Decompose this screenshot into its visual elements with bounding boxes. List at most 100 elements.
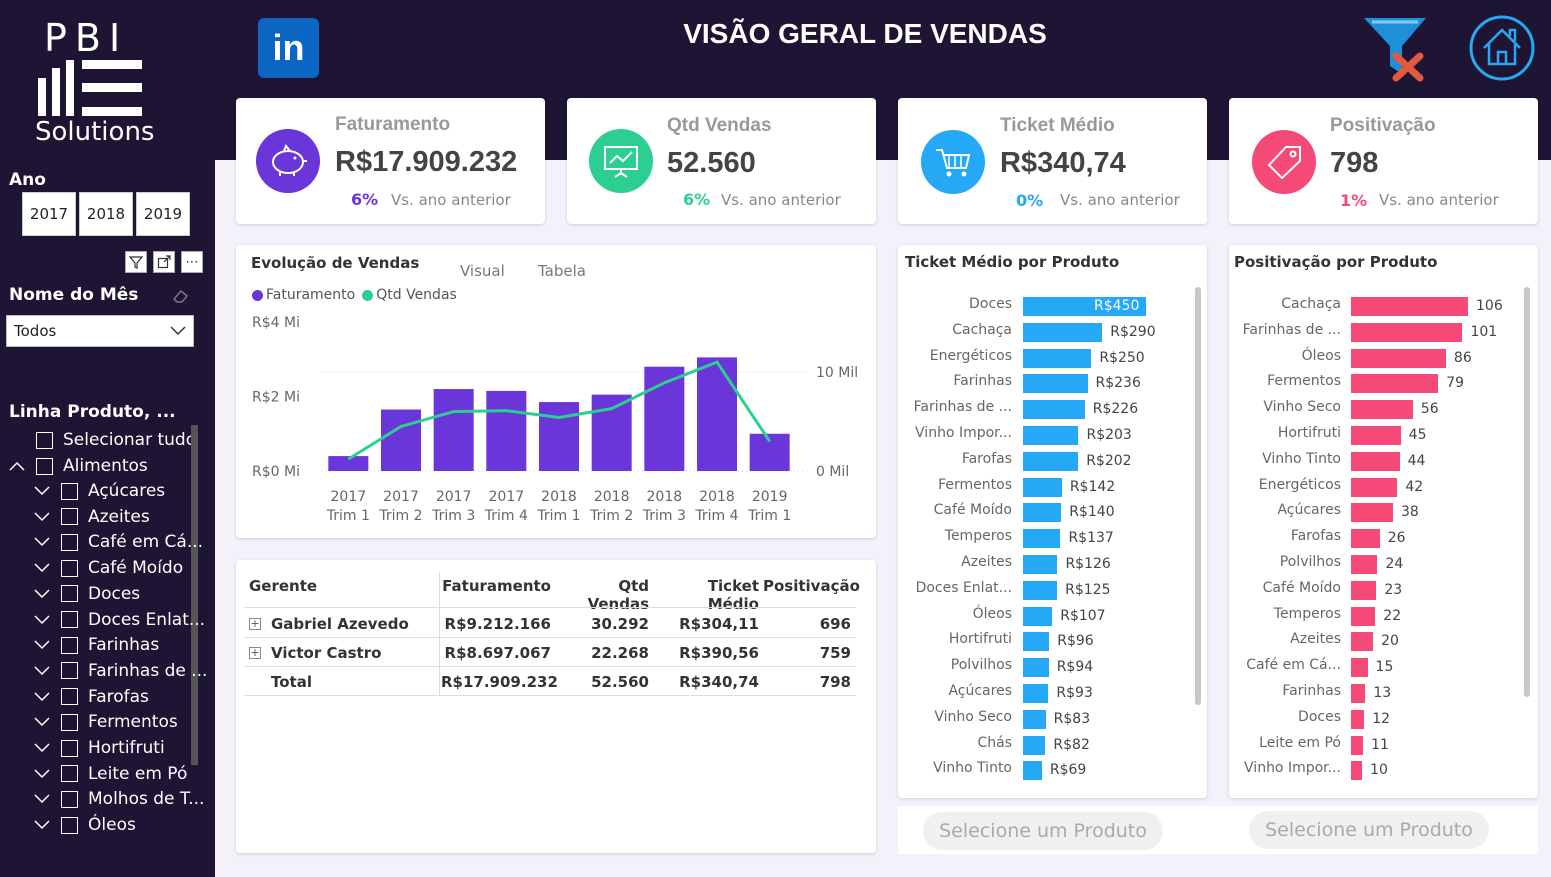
tree-item[interactable]: Café Moído <box>31 556 183 580</box>
checkbox[interactable] <box>61 611 78 628</box>
bar[interactable] <box>1351 426 1401 445</box>
bar[interactable] <box>1351 322 1463 342</box>
linkedin-icon[interactable]: in <box>258 18 319 78</box>
checkbox[interactable] <box>36 431 53 449</box>
chevron-down-icon[interactable] <box>31 537 53 547</box>
bar[interactable] <box>1351 580 1377 600</box>
bar[interactable] <box>1351 761 1363 781</box>
checkbox[interactable] <box>61 713 78 731</box>
scrollbar[interactable] <box>1195 287 1201 705</box>
bar[interactable] <box>1023 348 1092 368</box>
tree-item[interactable]: Óleos <box>31 813 136 837</box>
chevron-down-icon[interactable] <box>31 743 53 753</box>
bar[interactable] <box>1351 555 1378 574</box>
tree-item[interactable]: Azeites <box>31 505 150 529</box>
expand-icon[interactable]: + <box>249 647 261 659</box>
tree-item[interactable]: Farinhas <box>31 633 159 657</box>
bar[interactable] <box>1351 606 1376 626</box>
year-button-2019[interactable]: 2019 <box>136 192 190 236</box>
bar[interactable] <box>1351 374 1439 394</box>
bar[interactable] <box>1023 580 1058 600</box>
chevron-down-icon[interactable] <box>31 666 53 676</box>
tree-group-alimentos[interactable]: Alimentos <box>6 454 148 478</box>
bar[interactable] <box>1023 529 1061 549</box>
expand-icon[interactable]: + <box>249 618 261 630</box>
bar[interactable] <box>1351 658 1368 678</box>
checkbox[interactable] <box>61 559 78 577</box>
bar[interactable] <box>1023 374 1088 394</box>
more-options-icon[interactable]: ⋯ <box>181 251 203 273</box>
home-icon[interactable] <box>1468 14 1536 82</box>
bar[interactable] <box>1351 503 1393 523</box>
checkbox[interactable] <box>61 739 78 757</box>
bar[interactable] <box>1351 348 1446 368</box>
focus-mode-icon[interactable] <box>153 251 175 273</box>
tree-item[interactable]: Doces <box>31 582 140 606</box>
bar[interactable] <box>1351 297 1468 316</box>
checkbox[interactable] <box>61 765 78 783</box>
bar[interactable] <box>1351 451 1400 471</box>
tree-item[interactable]: Fermentos <box>31 710 178 734</box>
bar[interactable] <box>1351 529 1380 549</box>
tree-item[interactable]: Molhos de T... <box>31 787 204 811</box>
clear-filter-icon[interactable] <box>1362 14 1430 82</box>
bar[interactable] <box>1351 735 1364 755</box>
month-dropdown[interactable]: Todos <box>6 315 194 347</box>
bar[interactable] <box>1023 684 1049 703</box>
bar[interactable] <box>1351 477 1398 497</box>
bar[interactable] <box>1023 451 1079 471</box>
chevron-down-icon[interactable] <box>31 769 53 779</box>
checkbox[interactable] <box>61 585 78 603</box>
bar[interactable] <box>1023 761 1042 781</box>
select-product-button[interactable]: Selecione um Produto <box>1249 811 1489 849</box>
chevron-down-icon[interactable] <box>31 563 53 573</box>
tree-item[interactable]: Açúcares <box>31 479 165 503</box>
bar[interactable] <box>1023 606 1053 626</box>
filter-icon[interactable] <box>125 251 147 273</box>
checkbox[interactable] <box>61 790 78 808</box>
tree-item[interactable]: Hortifruti <box>31 736 165 760</box>
bar[interactable] <box>1351 684 1366 703</box>
bar[interactable] <box>1023 426 1079 445</box>
sales-evolution-chart[interactable]: R$0 Mi R$2 Mi R$4 Mi 0 Mil 10 Mil 2017 Trim 1 2… <box>236 245 876 538</box>
tree-item[interactable]: Doces Enlat... <box>31 608 205 632</box>
bar[interactable] <box>1023 555 1058 574</box>
bar[interactable] <box>1023 503 1062 523</box>
bar[interactable] <box>1023 632 1050 652</box>
chevron-down-icon[interactable] <box>31 589 53 599</box>
chevron-down-icon[interactable] <box>31 486 53 496</box>
bar[interactable] <box>1023 322 1103 342</box>
tree-item[interactable]: Farofas <box>31 685 149 709</box>
checkbox[interactable] <box>61 482 78 500</box>
chevron-down-icon[interactable] <box>31 692 53 702</box>
checkbox[interactable] <box>61 688 78 706</box>
eraser-icon[interactable] <box>172 288 190 304</box>
tree-item[interactable]: Café em Cá... <box>31 530 203 554</box>
select-all-item[interactable]: Selecionar tudo <box>36 428 196 452</box>
chevron-down-icon[interactable] <box>31 640 53 650</box>
checkbox[interactable] <box>61 636 78 654</box>
chevron-down-icon[interactable] <box>31 512 53 522</box>
checkbox[interactable] <box>61 508 78 526</box>
bar[interactable] <box>1351 400 1413 420</box>
chevron-down-icon[interactable] <box>31 717 53 727</box>
chevron-down-icon[interactable] <box>31 614 53 625</box>
checkbox[interactable] <box>36 457 53 475</box>
bar[interactable] <box>1023 735 1046 755</box>
bar[interactable] <box>1023 477 1062 497</box>
checkbox[interactable] <box>61 816 78 834</box>
chevron-down-icon[interactable] <box>31 820 53 830</box>
scrollbar[interactable] <box>191 425 198 765</box>
bar[interactable] <box>1023 709 1046 729</box>
tree-item[interactable]: Farinhas de ... <box>31 659 207 683</box>
tree-item[interactable]: Leite em Pó <box>31 762 187 786</box>
chevron-down-icon[interactable] <box>31 794 53 804</box>
bar[interactable] <box>1023 658 1049 678</box>
checkbox[interactable] <box>61 533 78 551</box>
chevron-up-icon[interactable] <box>6 461 28 471</box>
scrollbar[interactable] <box>1524 287 1530 697</box>
checkbox[interactable] <box>61 662 78 680</box>
bar[interactable] <box>1351 709 1365 729</box>
bar[interactable] <box>1023 400 1085 420</box>
bar[interactable] <box>1351 632 1374 652</box>
